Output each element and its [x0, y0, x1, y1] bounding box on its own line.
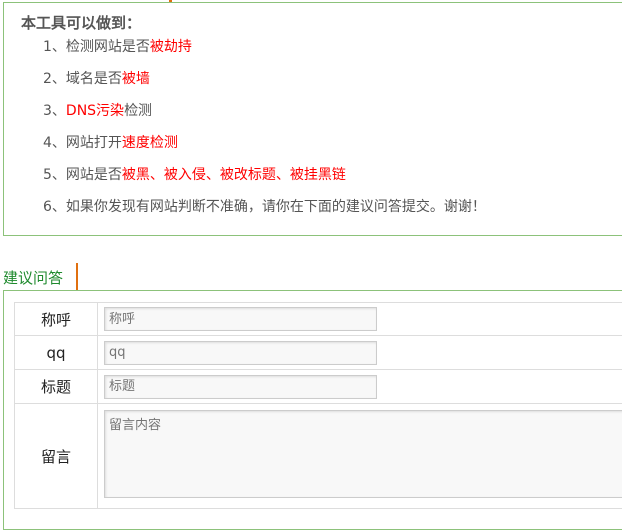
feedback-form: 称呼 qq 标题 留言: [14, 302, 622, 509]
feature-item-a: 网站是否: [65, 167, 122, 183]
subject-label: 标题: [14, 369, 98, 404]
feature-item-r: 被劫持: [149, 39, 192, 55]
message-textarea[interactable]: [104, 410, 622, 498]
feature-item-r: 被墙: [121, 71, 150, 87]
subject-input[interactable]: [104, 374, 377, 399]
qq-label: qq: [14, 335, 98, 370]
feature-item: 5、网站是否被黑、被入侵、被改标题、被挂黑链: [43, 164, 346, 184]
section-title: 建议问答: [3, 269, 64, 287]
feature-item-num: 4、: [43, 135, 66, 151]
name-label: 称呼: [14, 302, 98, 336]
name-input[interactable]: [104, 307, 377, 331]
feature-item-r: 被黑、被入侵、被改标题、被挂黑链: [121, 167, 346, 183]
qq-input[interactable]: [104, 340, 377, 365]
feature-item-num: 2、: [43, 71, 66, 87]
message-label: 留言: [14, 403, 98, 509]
feature-item: 4、网站打开速度检测: [43, 132, 178, 152]
feature-item-num: 6、: [43, 199, 66, 215]
feature-item-a: 检测网站是否: [65, 39, 150, 55]
section-accent-bar: [76, 263, 78, 290]
feature-item-num: 3、: [43, 103, 66, 119]
feature-item-r: 速度检测: [121, 135, 178, 151]
feature-item: 6、如果你发现有网站判断不准确，请你在下面的建议问答提交。谢谢！: [43, 196, 486, 216]
feature-item-a: 如果你发现有网站判断不准确，请你在下面的建议问答提交。谢谢！: [65, 199, 486, 215]
feature-item-a: 域名是否: [65, 71, 122, 87]
feature-item: 2、域名是否被墙: [43, 68, 150, 88]
feature-item: 1、检测网站是否被劫持: [43, 36, 192, 56]
feature-item-a: 网站打开: [65, 135, 122, 151]
feature-item-r: DNS污染: [65, 103, 125, 119]
feature-item-num: 5、: [43, 167, 66, 183]
feature-item-num: 1、: [43, 39, 66, 55]
feature-item: 3、DNS污染检测: [43, 100, 152, 120]
intro-title: 本工具可以做到：: [21, 14, 142, 32]
feature-item-b: 检测: [124, 103, 153, 119]
